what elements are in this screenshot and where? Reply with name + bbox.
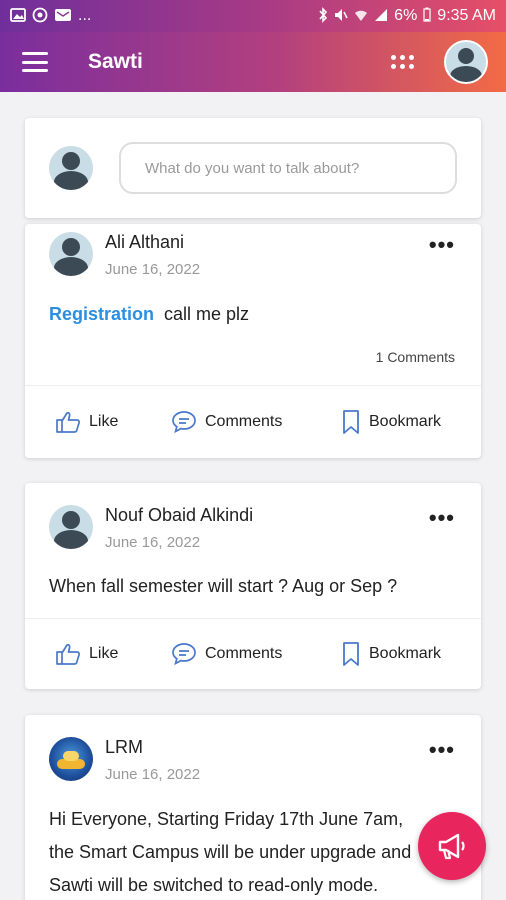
clock: 9:35 AM [437,7,496,24]
comments-count[interactable]: 1 Comments [376,349,455,365]
bookmark-label: Bookmark [369,645,442,662]
bluetooth-icon [318,6,328,26]
divider [25,385,481,386]
mute-icon [334,8,348,25]
post-date: June 16, 2022 [105,261,201,278]
post-body: Registration call me plz [49,304,249,325]
post-author[interactable]: Nouf Obaid Alkindi [105,505,253,526]
menu-icon[interactable] [22,52,48,72]
post-date: June 16, 2022 [105,766,201,783]
post-text-line: Sawti will be switched to read-only mode… [49,875,379,895]
post-author[interactable]: Ali Althani [105,232,184,253]
app-bar: Sawti [0,32,506,92]
bookmark-button[interactable]: Bookmark [341,409,441,435]
post-actions: Like Comments Bookmark [25,387,481,457]
like-button[interactable]: Like [55,642,118,666]
bookmark-button[interactable]: Bookmark [341,641,441,667]
bookmark-label: Bookmark [369,413,442,430]
more-options-icon[interactable]: ••• [429,505,455,531]
status-bar: ... 6% 9:35 AM [0,0,506,32]
status-more-indicator: ... [78,7,92,24]
post-composer-input[interactable] [119,142,457,194]
more-options-icon[interactable]: ••• [429,737,455,763]
apps-grid-icon[interactable] [391,55,414,69]
like-button[interactable]: Like [55,410,118,434]
app-title: Sawti [88,50,143,73]
announce-fab-button[interactable] [418,812,486,880]
megaphone-icon [438,833,465,860]
post-text-line: the Smart Campus will be under upgrade a… [49,842,412,862]
post-text: call me plz [164,304,250,324]
author-avatar[interactable] [49,505,93,549]
battery-percent: 6% [394,7,418,24]
image-icon [10,7,26,25]
more-options-icon[interactable]: ••• [429,232,455,258]
comments-label: Comments [205,645,283,662]
post-author[interactable]: LRM [105,737,143,758]
bookmark-icon [343,642,359,666]
lrm-logo-avatar[interactable] [49,737,93,781]
like-label: Like [89,413,119,430]
battery-icon [423,7,431,25]
comments-button[interactable]: Comments [171,642,282,666]
wifi-icon [354,8,368,25]
comment-icon [172,411,196,434]
post-card: LRM June 16, 2022 ••• Hi Everyone, Start… [25,715,481,900]
comments-button[interactable]: Comments [171,410,282,434]
author-avatar[interactable] [49,232,93,276]
composer-card [25,118,481,218]
post-card: Ali Althani June 16, 2022 ••• Registrati… [25,224,481,458]
like-icon [56,411,81,433]
post-date: June 16, 2022 [105,534,201,551]
post-actions: Like Comments Bookmark [25,619,481,689]
like-label: Like [89,645,119,662]
signal-icon [374,8,388,25]
bookmark-icon [343,410,359,434]
post-tag[interactable]: Registration [49,304,154,324]
post-card: Nouf Obaid Alkindi June 16, 2022 ••• Whe… [25,483,481,689]
like-icon [56,643,81,665]
message-icon [54,8,72,25]
vpn-icon [32,7,48,26]
comments-label: Comments [205,413,283,430]
post-text: When fall semester will start ? Aug or S… [49,576,398,596]
profile-avatar[interactable] [444,40,488,84]
comment-icon [172,643,196,666]
user-avatar [49,146,93,190]
post-text-line: Hi Everyone, Starting Friday 17th June 7… [49,809,404,829]
